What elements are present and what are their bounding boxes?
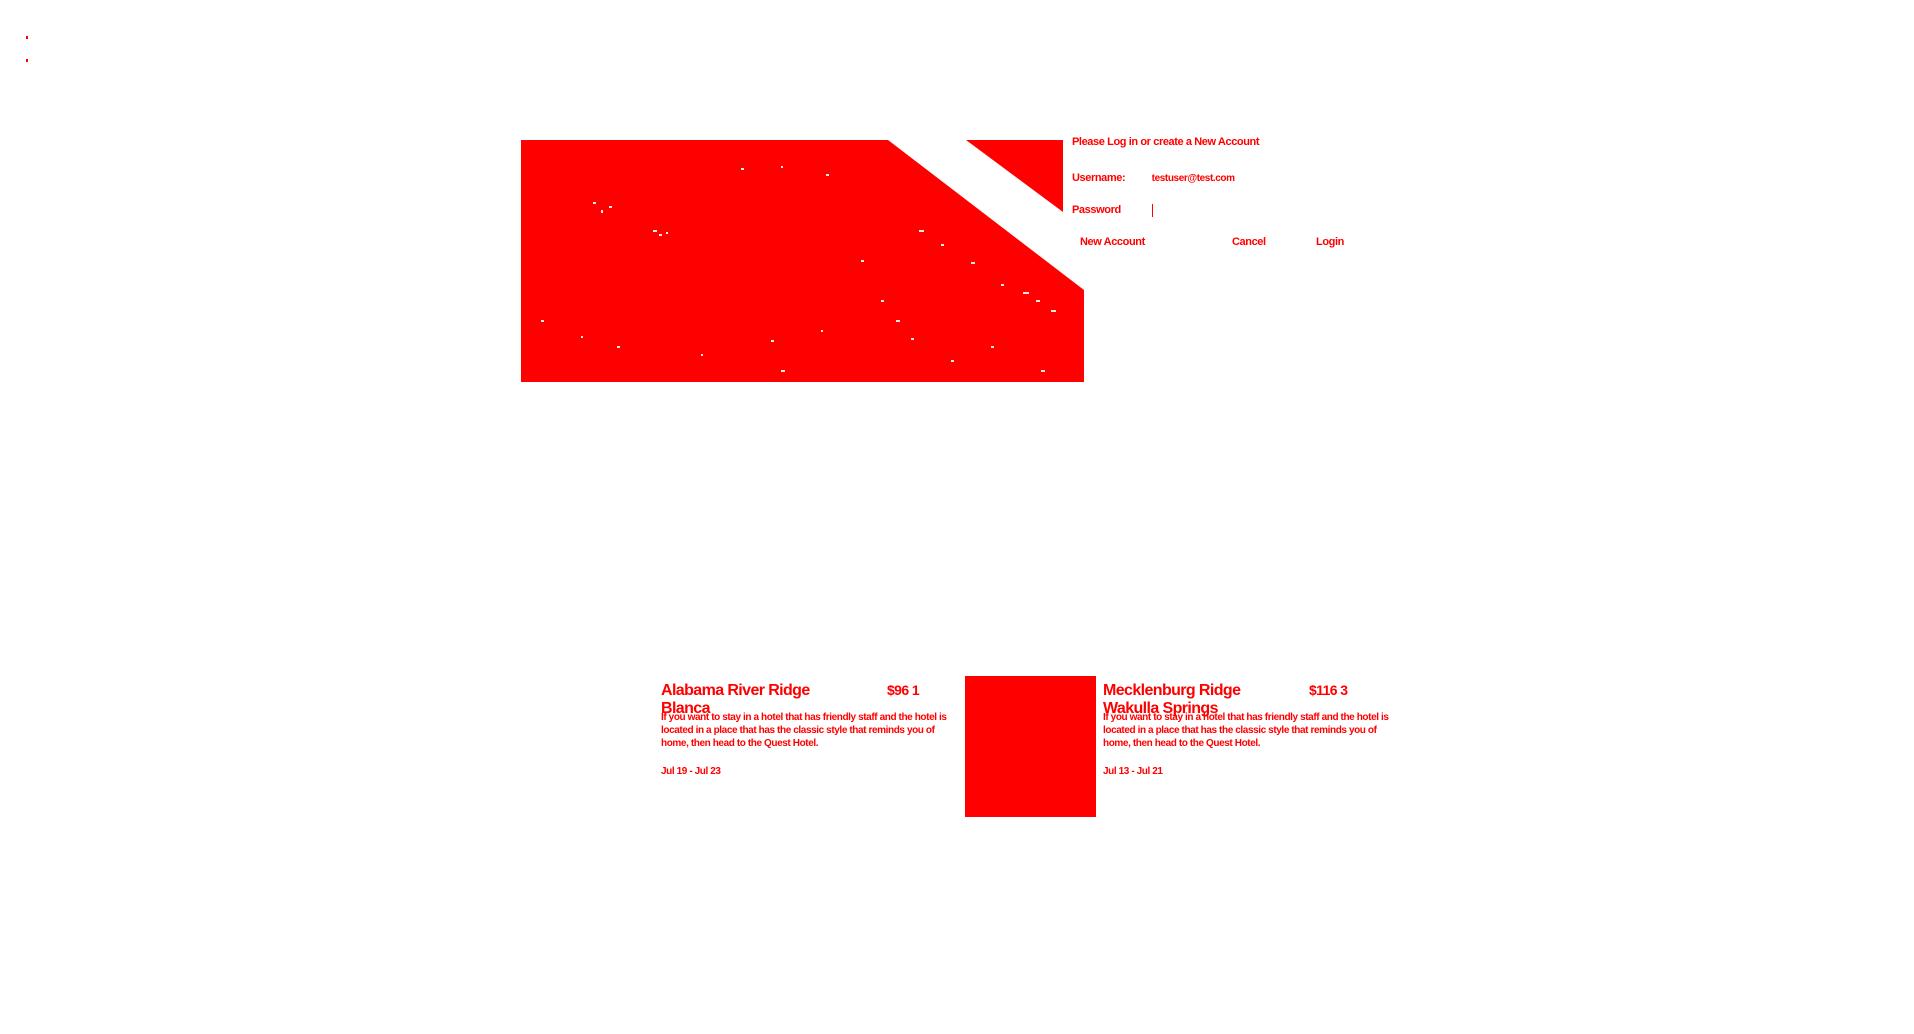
- new-account-button[interactable]: New Account: [1080, 236, 1145, 248]
- hotel-dates: Jul 19 - Jul 23: [661, 766, 721, 777]
- login-prompt: Please Log in or create a New Account: [1072, 136, 1260, 148]
- login-actions: New Account Cancel Login: [1072, 236, 1372, 252]
- corner-mark: [26, 36, 28, 39]
- username-label: Username:: [1072, 172, 1126, 184]
- password-field[interactable]: [1151, 204, 1153, 217]
- username-field[interactable]: [1151, 173, 1282, 184]
- password-label: Password: [1072, 204, 1121, 217]
- hotel-price: $116 3: [1309, 682, 1348, 698]
- username-row: Username:: [1072, 172, 1282, 184]
- hotel-description: If you want to stay in a hotel that has …: [1103, 712, 1389, 749]
- hotel-description: If you want to stay in a hotel that has …: [661, 712, 947, 749]
- hotel-dates: Jul 13 - Jul 21: [1103, 766, 1163, 777]
- hero-image: [521, 140, 1084, 382]
- cancel-button[interactable]: Cancel: [1232, 236, 1266, 248]
- hotel-price: $96 1: [887, 682, 920, 698]
- login-button[interactable]: Login: [1316, 236, 1344, 248]
- hotel-thumbnail[interactable]: [965, 676, 1096, 817]
- password-row: Password: [1072, 204, 1153, 217]
- corner-mark: [26, 59, 28, 62]
